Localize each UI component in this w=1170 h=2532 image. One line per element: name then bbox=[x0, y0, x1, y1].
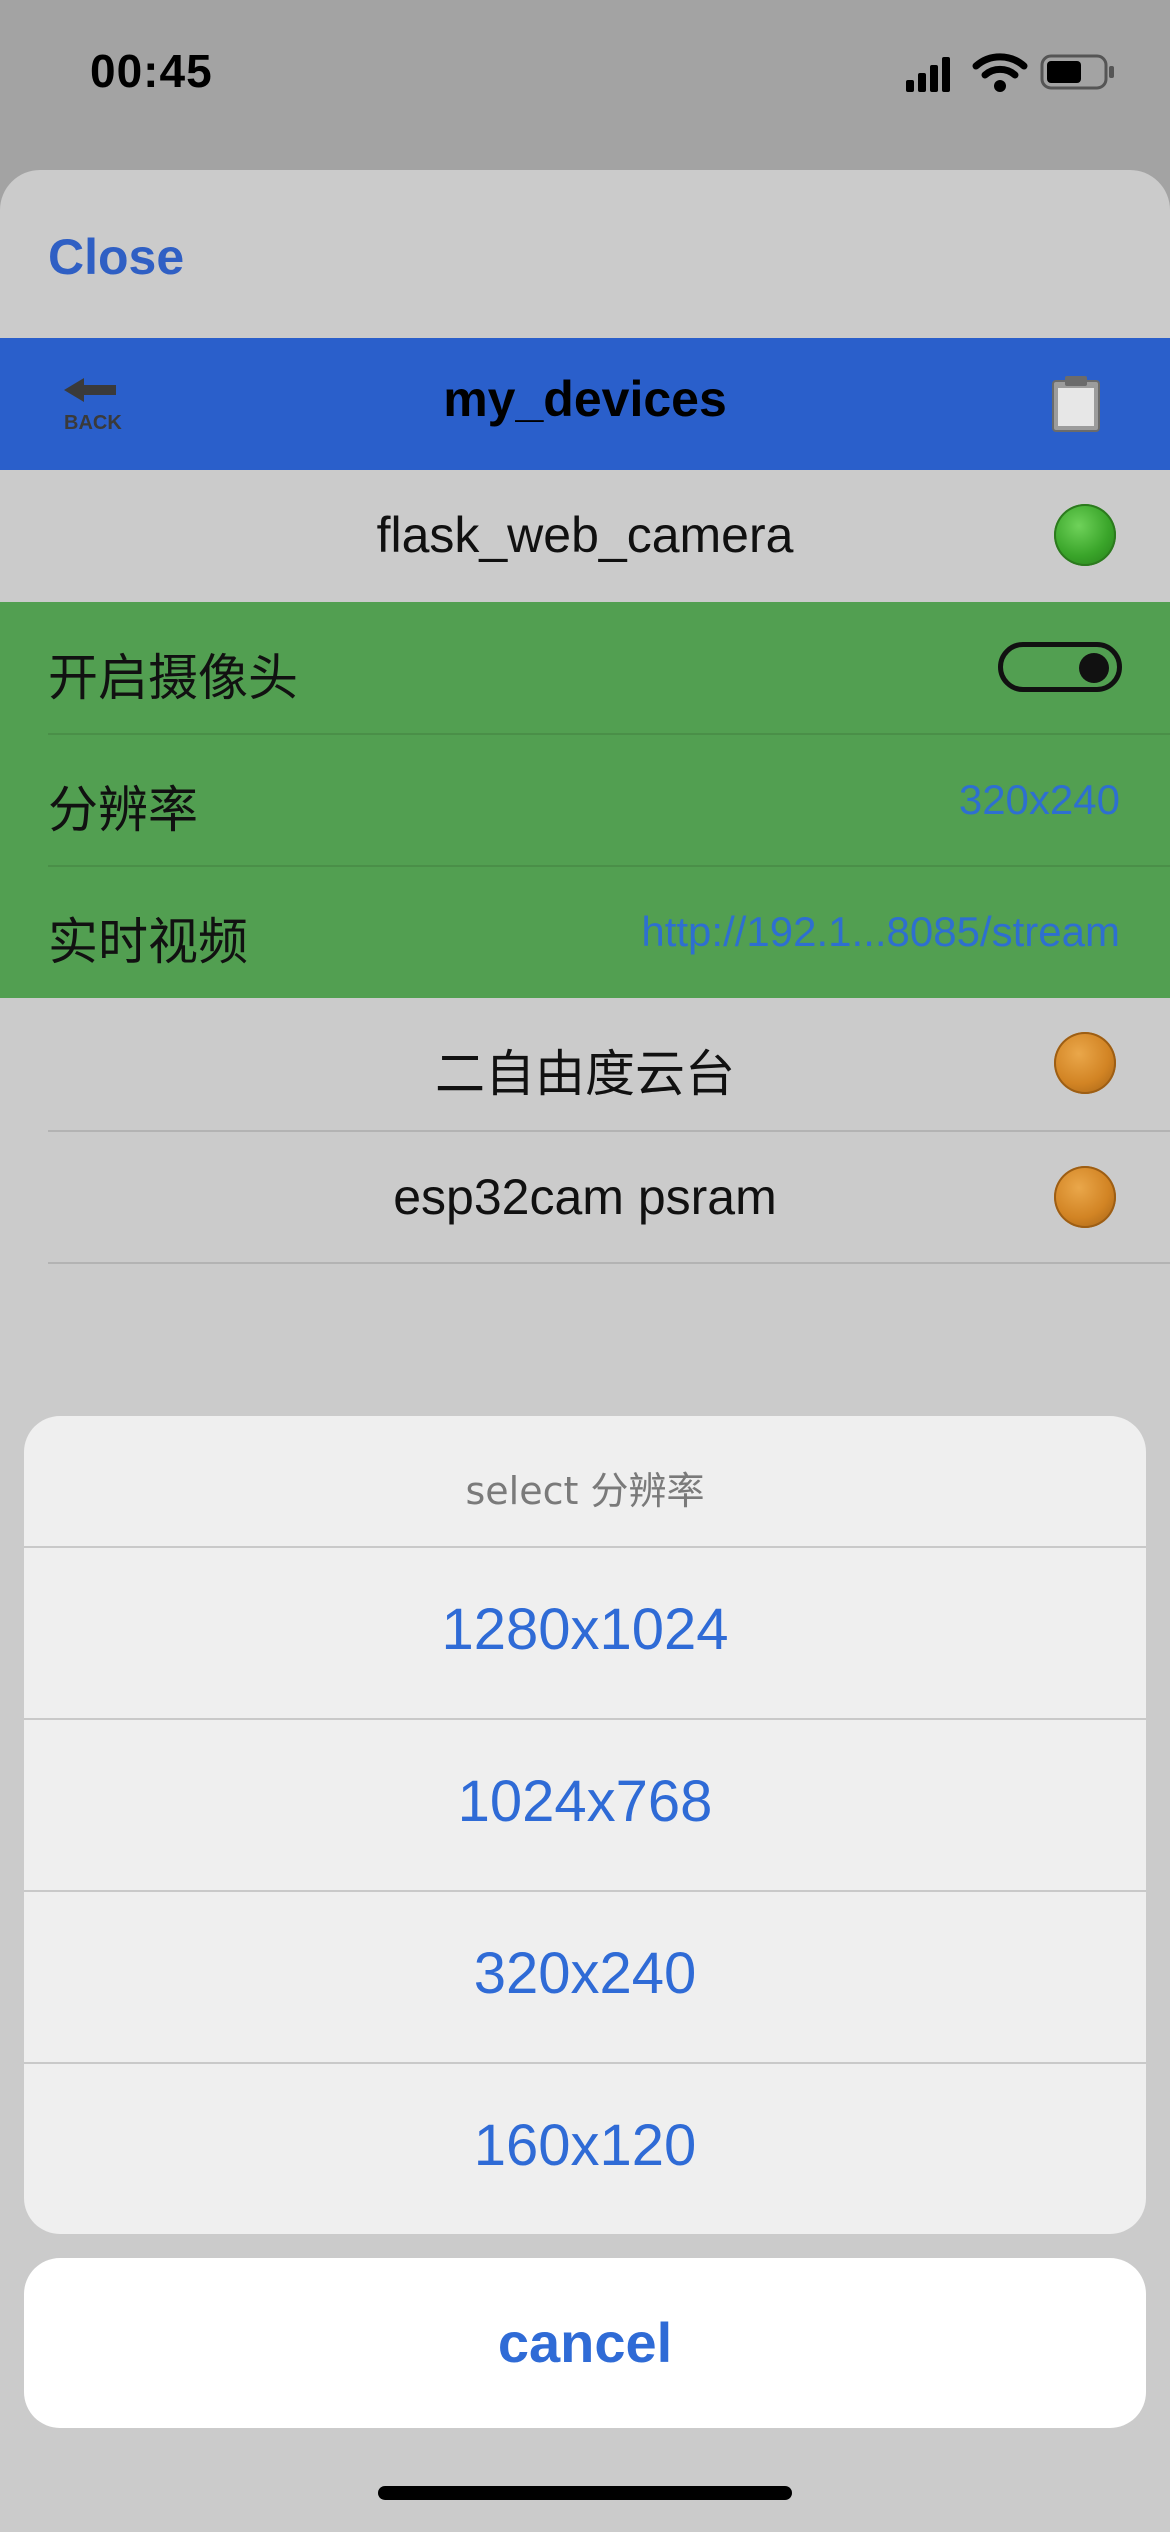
setting-label: 开启摄像头 bbox=[48, 649, 298, 707]
cancel-label: cancel bbox=[497, 2311, 673, 2374]
cancel-button[interactable]: cancel bbox=[24, 2258, 1146, 2428]
device-name: flask_web_camera bbox=[376, 507, 794, 563]
resolution-option[interactable]: 1280x1024 bbox=[24, 1548, 1146, 1718]
resolution-option[interactable]: 160x120 bbox=[24, 2064, 1146, 2234]
setting-label: 分辨率 bbox=[48, 781, 198, 839]
stream-url-link[interactable]: http://192.1...8085/stream bbox=[641, 908, 1120, 956]
device-settings-panel: 开启摄像头 分辨率 320x240 实时视频 http://192.1...80… bbox=[0, 602, 1170, 998]
device-row-gimbal[interactable]: 二自由度云台 bbox=[0, 998, 1170, 1130]
option-label: 160x120 bbox=[473, 2113, 697, 2178]
status-time: 00:45 bbox=[90, 45, 213, 97]
page-title: my_devices bbox=[443, 371, 727, 427]
resolution-option[interactable]: 320x240 bbox=[24, 1892, 1146, 2062]
option-label: 320x240 bbox=[473, 1941, 697, 2006]
action-sheet-title: select 分辨率 bbox=[465, 1469, 705, 1513]
device-name: 二自由度云台 bbox=[435, 1045, 735, 1103]
status-icons bbox=[900, 50, 1120, 100]
back-button[interactable]: BACK bbox=[60, 376, 126, 436]
resolution-action-sheet: select 分辨率 1280x1024 1024x768 320x240 16… bbox=[24, 1416, 1146, 2234]
setting-label: 实时视频 bbox=[48, 913, 248, 971]
toggle-knob bbox=[1079, 653, 1109, 683]
option-label: 1280x1024 bbox=[441, 1597, 729, 1662]
online-status-icon bbox=[1054, 504, 1116, 566]
resolution-row[interactable]: 分辨率 320x240 bbox=[0, 734, 1170, 866]
back-arrow-icon bbox=[64, 378, 116, 402]
clipboard-button[interactable] bbox=[1050, 374, 1102, 434]
option-label: 1024x768 bbox=[457, 1769, 713, 1834]
camera-toggle[interactable] bbox=[998, 642, 1122, 692]
divider bbox=[48, 1262, 1170, 1264]
device-row-flask-web-camera[interactable]: flask_web_camera bbox=[0, 470, 1170, 602]
offline-status-icon bbox=[1054, 1032, 1116, 1094]
back-label: BACK bbox=[64, 412, 122, 434]
device-row-esp32cam[interactable]: esp32cam psram bbox=[0, 1132, 1170, 1264]
resolution-option[interactable]: 1024x768 bbox=[24, 1720, 1146, 1890]
battery-icon bbox=[1040, 54, 1114, 90]
clipboard-icon bbox=[1052, 376, 1100, 432]
resolution-value: 320x240 bbox=[958, 776, 1120, 823]
nav-bar: my_devices BACK bbox=[0, 338, 1170, 470]
close-button[interactable]: Close bbox=[48, 228, 184, 286]
camera-toggle-row: 开启摄像头 bbox=[0, 602, 1170, 734]
offline-status-icon bbox=[1054, 1166, 1116, 1228]
device-name: esp32cam psram bbox=[393, 1169, 777, 1225]
home-indicator[interactable] bbox=[378, 2486, 792, 2500]
wifi-icon bbox=[972, 53, 1028, 92]
live-video-row[interactable]: 实时视频 http://192.1...8085/stream bbox=[0, 866, 1170, 998]
